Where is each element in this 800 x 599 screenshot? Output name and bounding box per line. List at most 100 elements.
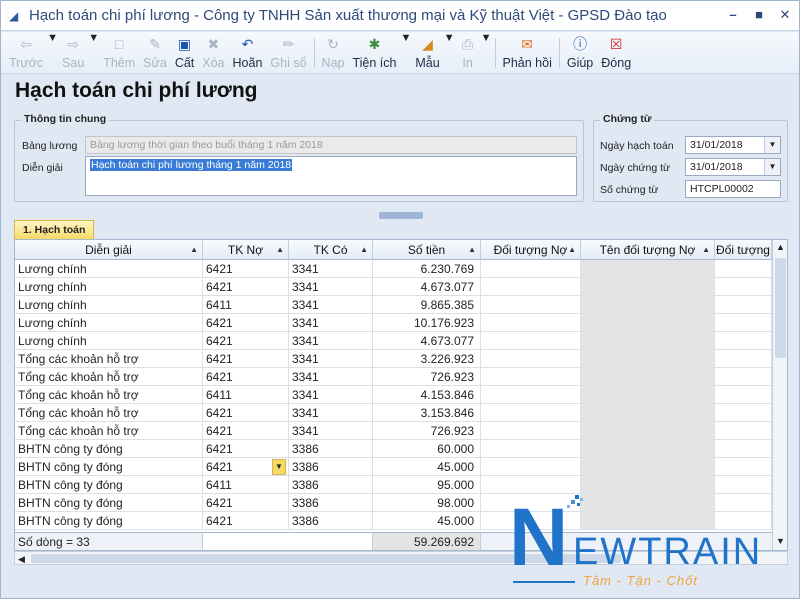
cell-description[interactable]: BHTN công ty đóng <box>15 512 203 530</box>
print-dropdown-icon[interactable]: ▼ <box>481 32 492 44</box>
cell-credit-account[interactable]: 3341 <box>289 350 373 368</box>
prev-dropdown-icon[interactable]: ▼ <box>47 32 58 44</box>
cell-description[interactable]: Lương chính <box>15 260 203 278</box>
cell-amount[interactable]: 6.230.769 <box>373 260 481 278</box>
voucher-no-field[interactable]: HTCPL00002 <box>685 180 781 198</box>
cell-description[interactable]: Tổng các khoản hỗ trợ <box>15 368 203 386</box>
cell-description[interactable]: Tổng các khoản hỗ trợ <box>15 386 203 404</box>
cell-debit-object[interactable] <box>481 458 581 476</box>
cell-amount[interactable]: 98.000 <box>373 494 481 512</box>
cell-credit-account[interactable]: 3341 <box>289 386 373 404</box>
cell-debit-object-name[interactable] <box>581 386 715 404</box>
cell-object[interactable] <box>715 386 772 404</box>
col-debit-object-name[interactable]: Tên đối tượng Nợ ▲ <box>581 240 715 260</box>
cell-debit-object-name[interactable] <box>581 404 715 422</box>
cell-debit-object[interactable] <box>481 440 581 458</box>
cell-amount[interactable]: 4.673.077 <box>373 278 481 296</box>
cell-object[interactable] <box>715 440 772 458</box>
cell-object[interactable] <box>715 260 772 278</box>
cell-credit-account[interactable]: 3341 <box>289 278 373 296</box>
cell-debit-account[interactable]: 6421 <box>203 278 289 296</box>
cell-debit-object-name[interactable] <box>581 260 715 278</box>
pin-icon[interactable]: ▲ <box>568 240 576 260</box>
cell-description[interactable]: Tổng các khoản hỗ trợ <box>15 404 203 422</box>
cell-credit-account[interactable]: 3386 <box>289 512 373 530</box>
pin-icon[interactable]: ▲ <box>702 240 710 260</box>
cell-credit-account[interactable]: 3341 <box>289 332 373 350</box>
cell-credit-account[interactable]: 3386 <box>289 458 373 476</box>
cell-object[interactable] <box>715 278 772 296</box>
cell-description[interactable]: Lương chính <box>15 314 203 332</box>
template-button[interactable]: ◢ Mẫu <box>411 32 443 72</box>
cell-debit-object[interactable] <box>481 386 581 404</box>
panel-splitter[interactable] <box>379 212 423 219</box>
cell-debit-account[interactable]: 6421 <box>203 422 289 440</box>
col-description[interactable]: Diễn giải ▲ <box>15 240 203 260</box>
table-row[interactable]: Lương chính 6421 3341 4.673.077 <box>15 332 772 350</box>
cell-debit-object-name[interactable] <box>581 314 715 332</box>
cell-debit-object-name[interactable] <box>581 296 715 314</box>
table-row[interactable]: Lương chính 6411 3341 9.865.385 <box>15 296 772 314</box>
cell-amount[interactable]: 45.000 <box>373 512 481 530</box>
table-row[interactable]: BHTN công ty đóng 6411 3386 95.000 <box>15 476 772 494</box>
edit-button[interactable]: ✎ Sửa <box>139 32 171 72</box>
table-row[interactable]: Lương chính 6421 3341 10.176.923 <box>15 314 772 332</box>
cell-debit-object[interactable] <box>481 404 581 422</box>
account-dropdown-icon[interactable]: ▼ <box>272 459 286 475</box>
add-button[interactable]: □ Thêm <box>99 32 139 72</box>
cell-credit-account[interactable]: 3386 <box>289 494 373 512</box>
cell-description[interactable]: Lương chính <box>15 296 203 314</box>
cell-debit-object-name[interactable] <box>581 440 715 458</box>
cell-description[interactable]: Lương chính <box>15 278 203 296</box>
cell-debit-account[interactable]: 6411 <box>203 386 289 404</box>
cell-credit-account[interactable]: 3386 <box>289 476 373 494</box>
description-field[interactable]: Hạch toán chi phí lương tháng 1 năm 2018 <box>85 156 577 196</box>
cell-credit-account[interactable]: 3341 <box>289 422 373 440</box>
cell-debit-account[interactable]: 6421 <box>203 512 289 530</box>
calendar-dropdown-icon[interactable]: ▼ <box>764 137 780 153</box>
cell-object[interactable] <box>715 350 772 368</box>
cell-debit-object-name[interactable] <box>581 458 715 476</box>
payroll-field[interactable]: Bảng lương thời gian theo buổi tháng 1 n… <box>85 136 577 154</box>
cell-description[interactable]: Tổng các khoản hỗ trợ <box>15 350 203 368</box>
cell-amount[interactable]: 95.000 <box>373 476 481 494</box>
cell-debit-account[interactable]: 6421 <box>203 404 289 422</box>
col-amount[interactable]: Số tiền ▲ <box>373 240 481 260</box>
cell-debit-object[interactable] <box>481 368 581 386</box>
cell-description[interactable]: BHTN công ty đóng <box>15 440 203 458</box>
table-row[interactable]: BHTN công ty đóng 6421 3386 60.000 <box>15 440 772 458</box>
cell-debit-object-name[interactable] <box>581 476 715 494</box>
cell-amount[interactable]: 4.673.077 <box>373 332 481 350</box>
pin-icon[interactable]: ▲ <box>468 240 476 260</box>
cell-debit-object[interactable] <box>481 314 581 332</box>
cell-debit-object[interactable] <box>481 422 581 440</box>
close-window-icon[interactable]: ✕ <box>777 7 793 23</box>
cell-credit-account[interactable]: 3341 <box>289 296 373 314</box>
vertical-scroll-thumb[interactable] <box>775 258 786 358</box>
help-button[interactable]: ⓘ Giúp <box>563 32 597 72</box>
cell-debit-account[interactable]: 6421 <box>203 494 289 512</box>
next-dropdown-icon[interactable]: ▼ <box>88 32 99 44</box>
print-button[interactable]: ⎙ In <box>455 32 481 72</box>
post-button[interactable]: ✏ Ghi sổ <box>266 32 310 72</box>
prev-button[interactable]: ⇦ Trước <box>5 32 47 72</box>
posting-date-field[interactable]: 31/01/2018 ▼ <box>685 136 781 154</box>
cell-amount[interactable]: 726.923 <box>373 422 481 440</box>
cell-credit-account[interactable]: 3341 <box>289 260 373 278</box>
cell-debit-account[interactable]: 6421 <box>203 440 289 458</box>
next-button[interactable]: ⇨ Sau <box>58 32 88 72</box>
cell-amount[interactable]: 4.153.846 <box>373 386 481 404</box>
cell-description[interactable]: BHTN công ty đóng <box>15 494 203 512</box>
cell-description[interactable]: BHTN công ty đóng <box>15 476 203 494</box>
table-row[interactable]: Tổng các khoản hỗ trợ 6411 3341 4.153.846 <box>15 386 772 404</box>
calendar-dropdown-icon[interactable]: ▼ <box>764 159 780 175</box>
table-row[interactable]: Lương chính 6421 3341 6.230.769 <box>15 260 772 278</box>
save-button[interactable]: ▣ Cất <box>171 32 198 72</box>
cell-amount[interactable]: 45.000 <box>373 458 481 476</box>
cell-credit-account[interactable]: 3341 <box>289 314 373 332</box>
cell-debit-object-name[interactable] <box>581 368 715 386</box>
table-row[interactable]: Tổng các khoản hỗ trợ 6421 3341 3.153.846 <box>15 404 772 422</box>
cell-object[interactable] <box>715 476 772 494</box>
cell-amount[interactable]: 3.153.846 <box>373 404 481 422</box>
template-dropdown-icon[interactable]: ▼ <box>444 32 455 44</box>
